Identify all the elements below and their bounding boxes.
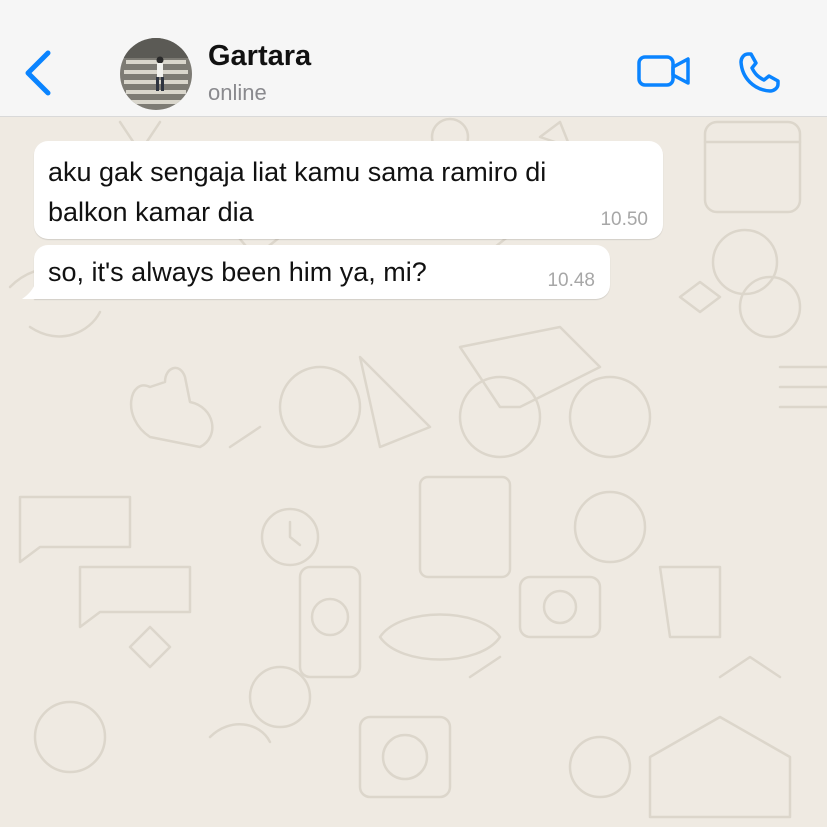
message-time: 10.48 xyxy=(547,270,595,291)
chat-area[interactable]: aku gak sengaja liat kamu sama ramiro di… xyxy=(0,117,827,827)
video-camera-icon[interactable] xyxy=(636,50,692,92)
message-text: aku gak sengaja liat kamu sama ramiro di… xyxy=(48,152,546,232)
phone-icon[interactable] xyxy=(736,50,782,96)
avatar[interactable] xyxy=(120,38,192,110)
chat-header: Gartara online xyxy=(0,0,827,117)
contact-status: online xyxy=(208,80,267,105)
contact-name[interactable]: Gartara xyxy=(208,40,311,73)
message-time: 10.50 xyxy=(600,209,648,230)
message-bubble[interactable]: aku gak sengaja liat kamu sama ramiro di… xyxy=(34,141,663,239)
bubble-tail xyxy=(22,281,36,299)
message-line: aku gak sengaja liat kamu sama ramiro di xyxy=(48,157,547,187)
chevron-left-icon[interactable] xyxy=(18,48,58,98)
message-line: so, it's always been him ya, mi? xyxy=(48,257,427,287)
message-line: balkon kamar dia xyxy=(48,197,254,227)
message-bubble[interactable]: so, it's always been him ya, mi? 10.48 xyxy=(22,245,610,299)
